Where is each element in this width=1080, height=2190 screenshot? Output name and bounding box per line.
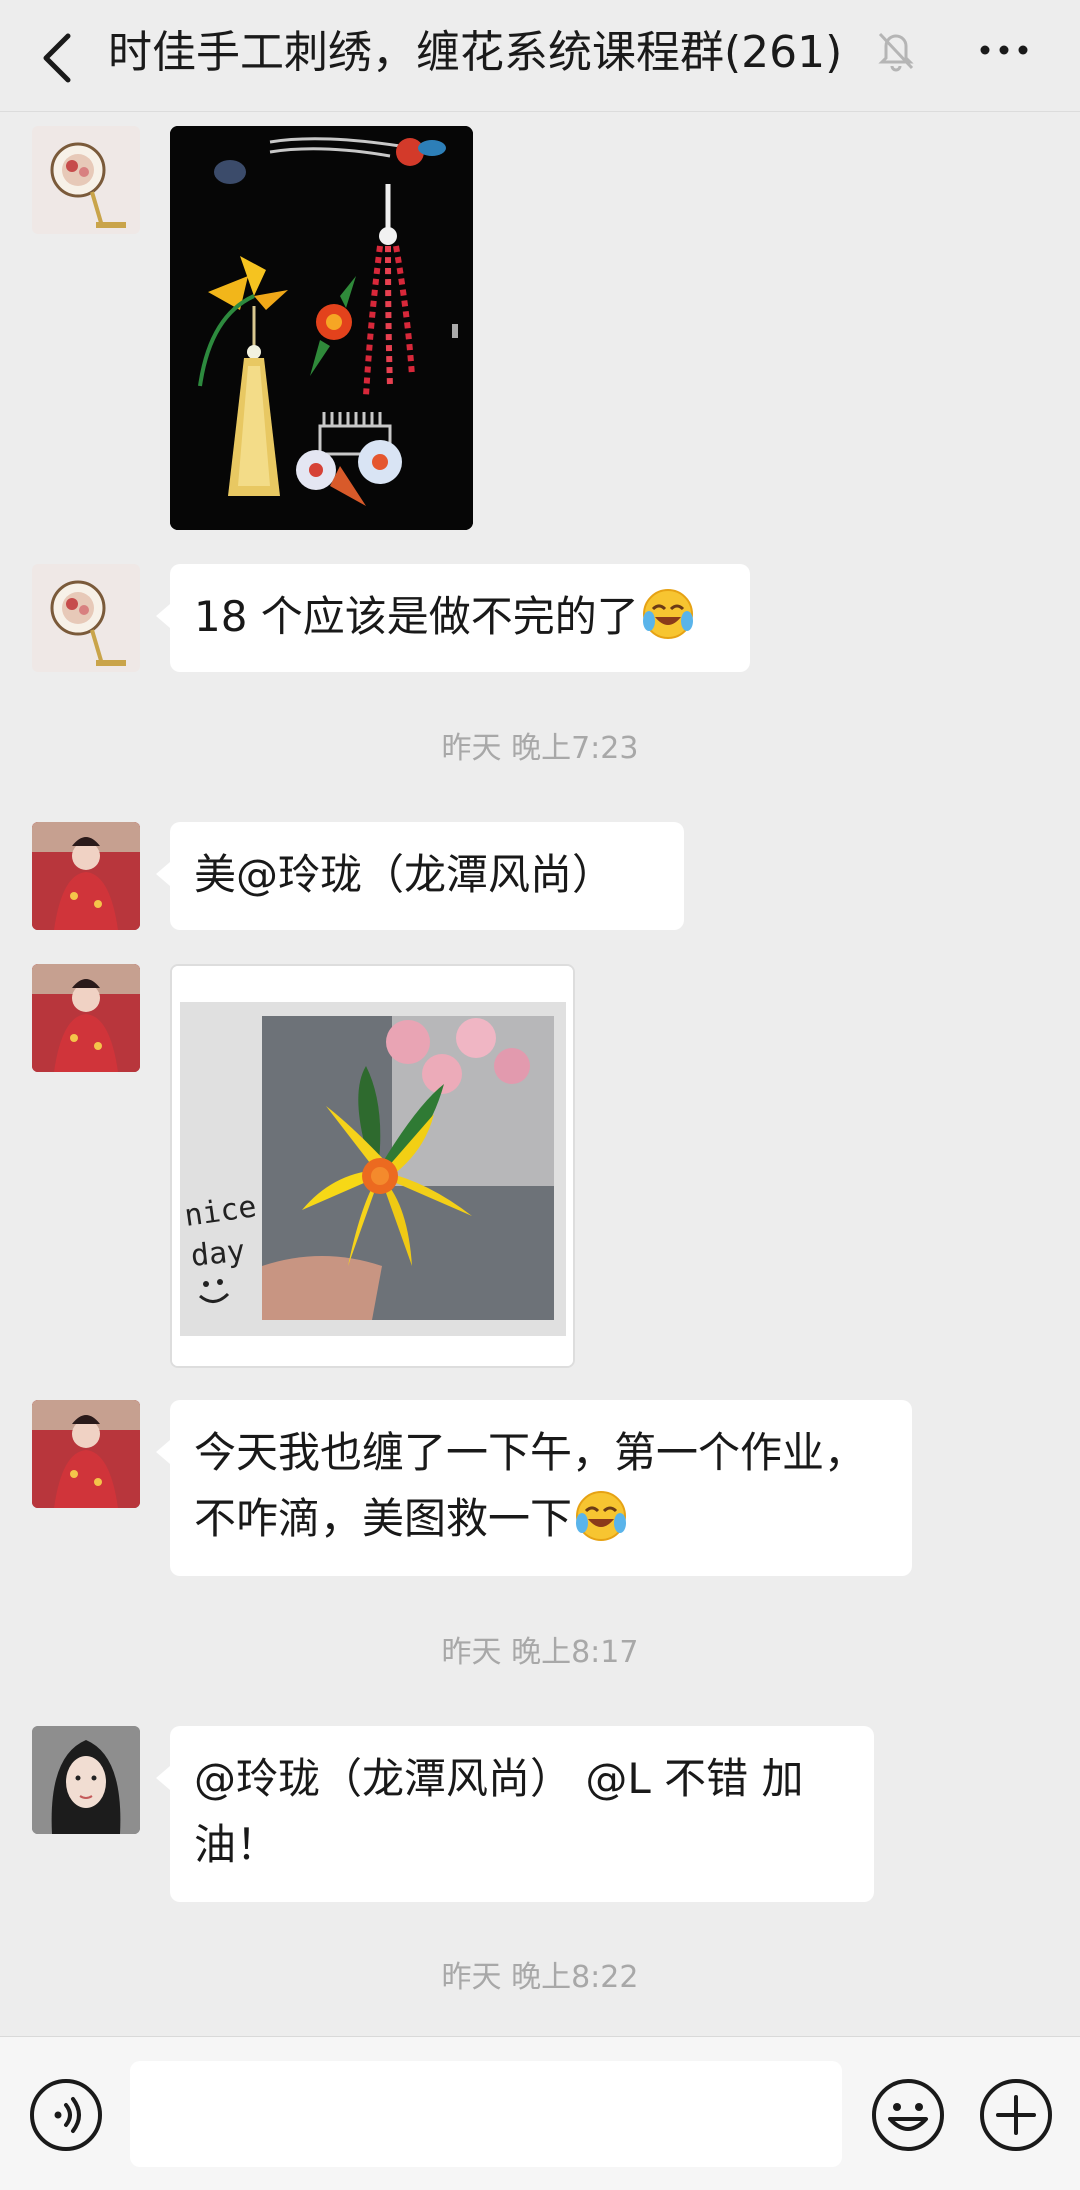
timestamp: 昨天 晚上8:22 <box>441 1960 639 1995</box>
laughing-crying-emoji <box>642 589 693 639</box>
message-bubble[interactable]: @玲珑（龙潭风尚） @L 不错 加 油！ <box>156 1726 874 1902</box>
message-input[interactable] <box>130 2061 842 2167</box>
bell-off-icon <box>876 28 916 72</box>
message-bubble[interactable]: 美@玲珑（龙潭风尚） <box>156 822 684 930</box>
plus-button[interactable] <box>978 2077 1054 2153</box>
message-text-line-2: 油！ <box>194 1820 279 1869</box>
chevron-left-icon <box>43 33 71 83</box>
hairpin-collection-photo[interactable] <box>170 126 473 530</box>
avatar[interactable] <box>32 822 140 930</box>
timestamp: 昨天 晚上7:23 <box>441 731 639 766</box>
chat-title: 时佳手工刺绣，缠花系统课程群(261) <box>108 27 843 78</box>
back-button[interactable] <box>34 24 84 84</box>
input-bar <box>0 2036 1080 2190</box>
message-text: 美@玲珑（龙潭风尚） <box>194 850 615 899</box>
timestamp: 昨天 晚上8:17 <box>441 1635 639 1670</box>
avatar[interactable] <box>32 126 140 234</box>
plus-icon <box>980 2079 1052 2151</box>
voice-icon <box>30 2079 102 2151</box>
message-bubble[interactable]: 今天我也缠了一下午，第一个作业， 不咋滴，美图救一下 <box>156 1400 912 1576</box>
more-button[interactable] <box>975 28 1035 72</box>
avatar[interactable] <box>32 1400 140 1508</box>
message-text: 18 个应该是做不完的了 <box>194 592 639 641</box>
avatar[interactable] <box>32 964 140 1072</box>
emoji-button[interactable] <box>870 2077 946 2153</box>
message-bubble[interactable]: 18 个应该是做不完的了 <box>156 564 750 672</box>
smiley-icon <box>872 2079 944 2151</box>
avatar[interactable] <box>32 1726 140 1834</box>
svg-text:day: day <box>189 1233 247 1273</box>
more-dots-icon <box>980 45 1028 55</box>
message-text-line-1: @玲珑（龙潭风尚） @L 不错 加 <box>194 1754 804 1803</box>
message-text-line-2: 不咋滴，美图救一下 <box>194 1494 573 1543</box>
laughing-crying-emoji <box>576 1491 627 1541</box>
voice-button[interactable] <box>28 2077 104 2153</box>
avatar[interactable] <box>32 564 140 672</box>
yellow-flower-photo[interactable]: nice day <box>170 964 575 1368</box>
chat-header: 时佳手工刺绣，缠花系统课程群(261) <box>0 0 1080 112</box>
message-text-line-1: 今天我也缠了一下午，第一个作业， <box>194 1428 867 1477</box>
